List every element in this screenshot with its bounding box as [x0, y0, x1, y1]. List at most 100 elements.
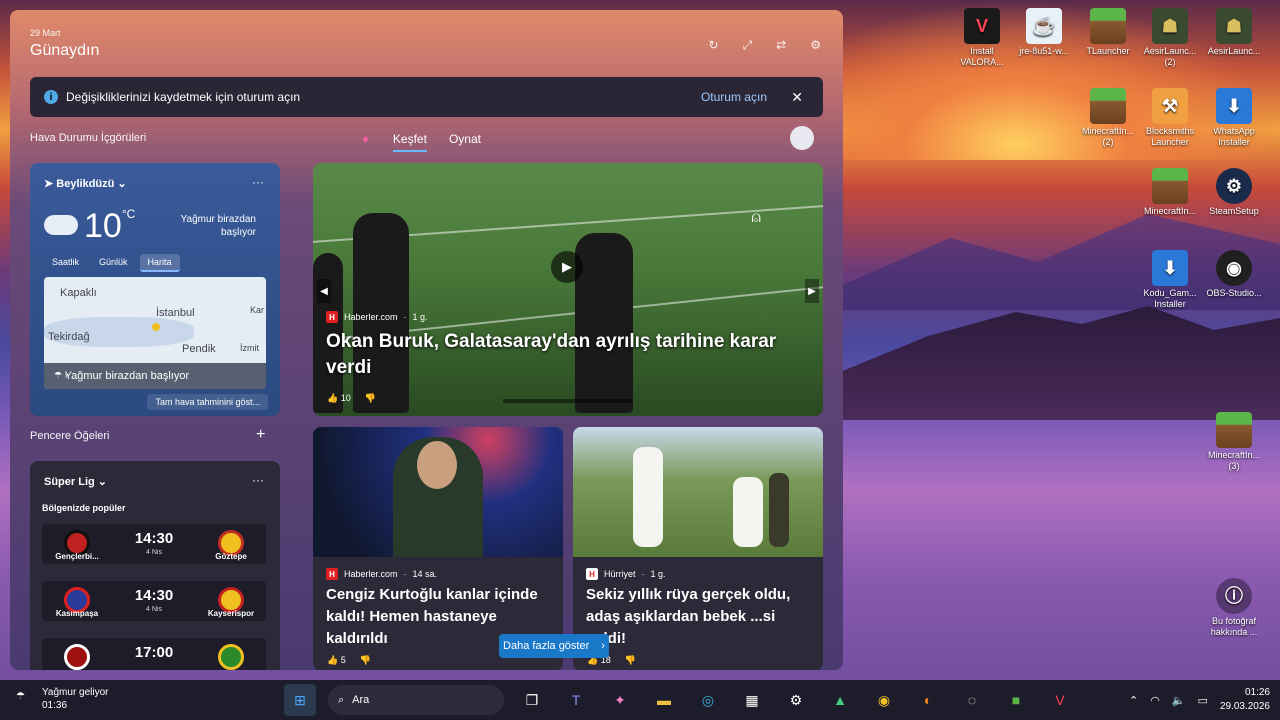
share-icon[interactable]: ⇄ — [776, 38, 786, 53]
date-label: 29 Mart — [30, 28, 61, 38]
task-view-icon[interactable]: ❐ — [516, 684, 548, 716]
dislike-button[interactable]: 👎 — [360, 655, 371, 666]
news-source: H Hürriyet · 1 g. — [586, 568, 666, 580]
java-icon: ☕ — [1026, 8, 1062, 44]
desktop-icon-aesir[interactable]: ☗ AesirLaunc... — [1204, 8, 1264, 57]
valorant-icon: V — [964, 8, 1000, 44]
close-icon[interactable]: ✕ — [791, 89, 803, 106]
minecraft-icon — [1216, 412, 1252, 448]
league-subtitle: Bölgenizde popüler — [42, 503, 126, 513]
widgets-panel: 29 Mart Günaydın ↻ ⤢ ⇄ ⚙ i Değişiklikler… — [10, 10, 843, 670]
full-forecast-button[interactable]: Tam hava tahminini göst... — [147, 394, 268, 410]
battery-icon[interactable]: ▭ — [1198, 694, 1208, 707]
desktop-icon-steam[interactable]: ⚙ SteamSetup — [1204, 168, 1264, 217]
download-icon: ⬇ — [1216, 88, 1252, 124]
desktop-icon-minecraft[interactable]: MinecraftIn... — [1140, 168, 1200, 217]
location-icon: ➤ — [44, 178, 57, 190]
steam-icon[interactable]: ⚙ — [780, 684, 812, 716]
weather-card[interactable]: ➤ Beylikdüzü ⌄ ··· 10°C Yağmur birazdan b… — [30, 163, 280, 416]
carousel-indicator[interactable] — [503, 399, 633, 403]
dislike-button[interactable]: 👎 — [365, 393, 376, 404]
news-title[interactable]: Sekiz yıllık rüya gerçek oldu, adaş aşık… — [586, 584, 816, 650]
avatar[interactable] — [790, 126, 814, 150]
super-lig-card[interactable]: Süper Lig ⌄ ··· Bölgenizde popüler Gençl… — [30, 461, 280, 670]
match-row[interactable]: Gençlerbi... 14:30 4 Nis Göztepe — [42, 524, 266, 564]
minecraft-icon — [1152, 168, 1188, 204]
refresh-icon[interactable]: ↻ — [709, 38, 719, 53]
firefox-icon[interactable]: ◐ — [912, 684, 944, 716]
edge-icon[interactable]: ◎ — [692, 684, 724, 716]
weather-location[interactable]: Beylikdüzü — [56, 178, 114, 190]
desktop-icon-obs[interactable]: ◉ OBS-Studio... — [1204, 250, 1264, 299]
expand-icon[interactable]: ⤢ — [743, 38, 753, 53]
league-title: Süper Lig — [44, 476, 95, 488]
desktop-icon-kodu[interactable]: ⬇ Kodu_Gam... Installer — [1140, 250, 1200, 310]
wifi-icon[interactable]: ◠ — [1150, 694, 1160, 707]
like-button[interactable]: 👍 10 — [327, 393, 351, 404]
search-icon: ⌕ — [338, 693, 345, 706]
tab-discover[interactable]: Keşfet — [392, 132, 427, 152]
aa-logo-icon: ⍝ — [751, 209, 761, 226]
match-row[interactable]: 17:00 — [42, 638, 266, 670]
search-box[interactable]: ⌕ Ara — [328, 685, 504, 715]
show-more-button[interactable]: Daha fazla göster › — [499, 634, 609, 658]
dislike-button[interactable]: 👎 — [625, 655, 636, 666]
volume-icon[interactable]: 🔈 — [1172, 694, 1186, 707]
play-icon[interactable]: ▶ — [551, 251, 583, 283]
desktop-icon-tlauncher[interactable]: TLauncher — [1078, 8, 1138, 57]
aesir-icon: ☗ — [1152, 8, 1188, 44]
desktop-icon-aesir-2[interactable]: ☗ AesirLaunc... (2) — [1140, 8, 1200, 68]
tab-play[interactable]: Oynat — [449, 132, 481, 152]
temperature: 10°C — [84, 207, 136, 245]
desktop-icon-minecraft-2[interactable]: MinecraftIn... (2) — [1078, 88, 1138, 148]
news-title[interactable]: Okan Buruk, Galatasaray'dan ayrılış tari… — [326, 329, 796, 381]
more-icon[interactable]: ··· — [252, 473, 264, 487]
chevron-left-icon[interactable]: ◀ — [317, 279, 331, 303]
more-icon[interactable]: ··· — [252, 175, 264, 189]
greeting: Günaydın — [30, 42, 100, 59]
news-card[interactable]: H Hürriyet · 1 g. Sekiz yıllık rüya gerçek … — [573, 427, 823, 670]
tab-hourly[interactable]: Saatlik — [44, 254, 87, 272]
chevron-right-icon[interactable]: ▶ — [805, 279, 819, 303]
desktop-icon-about-photo[interactable]: ⓘ Bu fotoğraf hakkında ... — [1204, 578, 1264, 638]
add-icon[interactable]: + — [256, 426, 265, 444]
start-button[interactable]: ⊞ — [284, 684, 316, 716]
window-items-title: Pencere Öğeleri — [30, 430, 110, 442]
chevron-up-icon[interactable]: ⌃ — [1129, 694, 1138, 707]
like-button[interactable]: 👍 5 — [327, 655, 346, 666]
signin-link[interactable]: Oturum açın — [701, 90, 767, 104]
desktop-icon-valorant[interactable]: V Install VALORA... — [952, 8, 1012, 68]
weather-description: Yağmur birazdan başlıyor — [180, 214, 256, 238]
cloud-icon — [44, 215, 78, 235]
teams-icon[interactable]: T — [560, 684, 592, 716]
clock[interactable]: 01:26 29.03.2026 — [1220, 686, 1270, 714]
valorant-icon[interactable]: V — [1044, 684, 1076, 716]
news-source: H Haberler.com · 1 g. — [326, 311, 428, 323]
location-marker — [152, 323, 160, 331]
taskbar-weather[interactable]: ☂ Yağmur geliyor 01:36 — [16, 686, 109, 712]
folder-icon[interactable]: ▬ — [648, 684, 680, 716]
map-status: ☂ Yağmur birazdan başlıyor › — [44, 363, 266, 389]
copilot-icon[interactable]: ✦ — [604, 684, 636, 716]
obs-icon[interactable]: ◌ — [956, 684, 988, 716]
match-row[interactable]: Kasımpaşa 14:30 4 Nis Kayserispor — [42, 581, 266, 621]
weather-map[interactable]: Kapaklı İstanbul Tekirdağ Pendik İzmit K… — [44, 277, 266, 389]
hero-news-card[interactable]: ▶ ⍝ ◀ ▶ H Haberler.com · 1 g. Okan Buruk, G… — [313, 163, 823, 416]
chrome-icon[interactable]: ◉ — [868, 684, 900, 716]
obs-icon: ◉ — [1216, 250, 1252, 286]
minecraft-icon — [1090, 8, 1126, 44]
tab-daily[interactable]: Günlük — [91, 254, 136, 272]
desktop-icon-minecraft-3[interactable]: MinecraftIn... (3) — [1204, 412, 1264, 472]
desktop-icon-whatsapp[interactable]: ⬇ WhatsApp Installer — [1204, 88, 1264, 148]
tab-map[interactable]: Harita — [139, 254, 180, 272]
app-icon[interactable]: ▲ — [824, 684, 856, 716]
info-icon: ⓘ — [1216, 578, 1252, 614]
desktop-icon-blocksmiths[interactable]: ⚒ Blocksmiths Launcher — [1140, 88, 1200, 148]
store-icon[interactable]: ▦ — [736, 684, 768, 716]
minecraft-icon[interactable]: ■ — [1000, 684, 1032, 716]
hammer-icon: ⚒ — [1152, 88, 1188, 124]
settings-icon[interactable]: ⚙ — [810, 38, 821, 53]
info-icon: i — [44, 90, 58, 104]
desktop-icon-java[interactable]: ☕ jre-8u51-w... — [1014, 8, 1074, 57]
taskbar: ☂ Yağmur geliyor 01:36 ⊞ ⌕ Ara ❐ T ✦ ▬ ◎ ▦ … — [0, 680, 1280, 720]
